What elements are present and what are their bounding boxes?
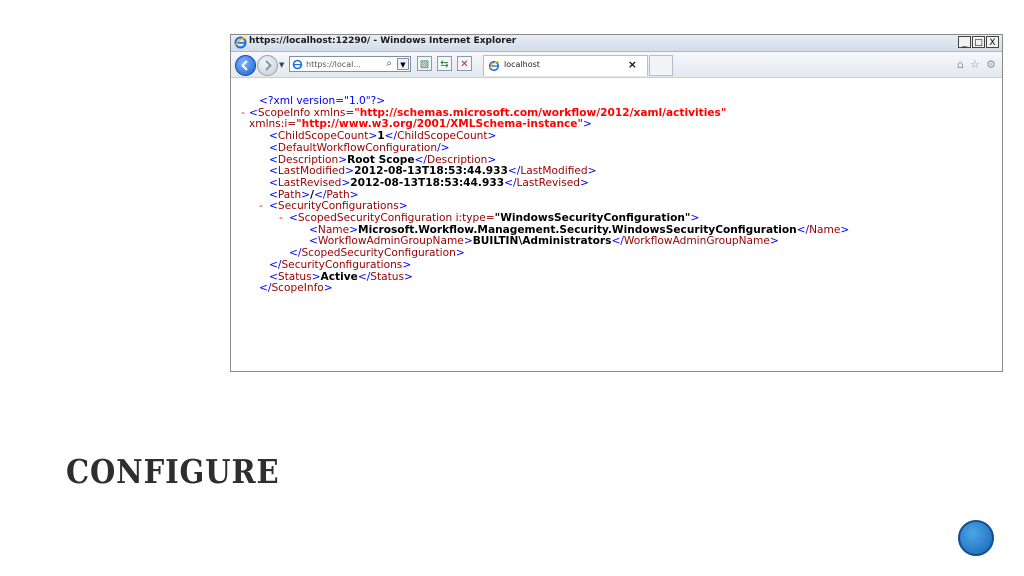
- new-tab-button[interactable]: [649, 55, 673, 76]
- window-title: https://localhost:12290/ - Windows Inter…: [249, 36, 517, 46]
- tag-name: WorkflowAdminGroupName: [317, 235, 464, 248]
- tab-close-button[interactable]: ×: [628, 58, 637, 71]
- child-scope-count-value: 1: [377, 130, 385, 143]
- root-xmlnsi-attr: xmlns:i=: [249, 118, 297, 131]
- tag-name: SecurityConfigurations: [281, 258, 403, 271]
- description-value: Root Scope: [347, 153, 415, 166]
- tag-name: Status: [277, 270, 312, 283]
- star-icon[interactable]: ☆: [970, 58, 980, 71]
- admin-group-value: BUILTIN\Administrators: [472, 235, 612, 248]
- maximize-button[interactable]: □: [972, 36, 985, 48]
- browser-window: https://localhost:12290/ - Windows Inter…: [230, 34, 1003, 372]
- forward-icon: [265, 60, 272, 71]
- tag-name: SecurityConfigurations: [277, 200, 399, 213]
- root-xmlns-val: "http://schemas.microsoft.com/workflow/2…: [354, 106, 727, 119]
- tag-name: Status: [370, 270, 405, 283]
- slide-logo-icon: [958, 520, 994, 556]
- back-button[interactable]: [235, 55, 256, 76]
- tag-name: Path: [326, 188, 350, 201]
- collapse-security-configs-icon[interactable]: -: [259, 201, 263, 213]
- home-icon[interactable]: ⌂: [957, 58, 964, 71]
- address-bar[interactable]: https://local... ⌕ ▼: [289, 56, 411, 72]
- tag-name: ScopeInfo: [271, 282, 324, 295]
- scoped-security-type: "WindowsSecurityConfiguration": [494, 212, 691, 225]
- tag-name: DefaultWorkflowConfiguration: [277, 141, 438, 154]
- title-bar: https://localhost:12290/ - Windows Inter…: [231, 35, 1002, 52]
- root-xmlns-attr: xmlns=: [310, 106, 355, 119]
- navigation-bar: ▼ https://local... ⌕ ▼ ▧ ⇆ ✕ localhost ×…: [231, 52, 1002, 78]
- tab-label: localhost: [504, 60, 540, 69]
- address-dropdown-icon[interactable]: ▼: [397, 58, 409, 70]
- tag-name: Description: [427, 153, 488, 166]
- status-value: Active: [320, 270, 358, 283]
- tag-name: LastModified: [520, 165, 588, 178]
- xml-content: <?xml version="1.0"?> - <ScopeInfo xmlns=…: [231, 78, 1002, 371]
- stop-icon[interactable]: ✕: [457, 56, 472, 71]
- back-icon: [241, 60, 248, 71]
- window-controls: _ □ X: [957, 36, 999, 48]
- tag-name: ScopedSecurityConfiguration: [297, 212, 453, 225]
- tab-page-icon: [488, 60, 500, 72]
- tag-name: ScopedSecurityConfiguration: [301, 247, 456, 260]
- close-button[interactable]: X: [986, 36, 999, 48]
- collapse-root-icon[interactable]: -: [241, 107, 245, 120]
- ie-logo-icon: [234, 36, 247, 49]
- root-tag-name: ScopeInfo: [257, 106, 311, 119]
- minimize-button[interactable]: _: [958, 36, 971, 48]
- address-text: https://local...: [306, 59, 361, 69]
- root-xmlnsi-val: "http://www.w3.org/2001/XMLSchema-instan…: [296, 118, 583, 131]
- name-value: Microsoft.Workflow.Management.Security.W…: [358, 223, 797, 236]
- last-revised-value: 2012-08-13T18:53:44.933: [350, 176, 505, 189]
- xml-decl-text: <?xml version="1.0"?>: [259, 95, 386, 107]
- tag-name: Description: [277, 153, 339, 166]
- search-icon[interactable]: ⌕: [386, 58, 392, 69]
- tag-name: Name: [809, 223, 841, 236]
- tag-name: Name: [317, 223, 350, 236]
- tag-name: ChildScopeCount: [397, 130, 488, 143]
- last-modified-value: 2012-08-13T18:53:44.933: [354, 165, 508, 178]
- collapse-scoped-security-icon[interactable]: -: [279, 212, 283, 225]
- gear-icon[interactable]: ⚙: [986, 58, 996, 71]
- slide-heading: CONFIGURE: [66, 452, 280, 491]
- tag-name: WorkflowAdminGroupName: [623, 235, 770, 248]
- history-dropdown-icon[interactable]: ▼: [279, 61, 284, 69]
- tag-name: Path: [277, 188, 302, 201]
- tag-name: LastRevised: [277, 176, 342, 189]
- tag-name: LastRevised: [516, 176, 580, 189]
- scoped-security-attr: i:type=: [452, 212, 495, 225]
- tab-localhost[interactable]: localhost ×: [483, 55, 648, 76]
- tag-name: LastModified: [277, 165, 346, 178]
- forward-button[interactable]: [257, 55, 278, 76]
- compat-view-icon[interactable]: ▧: [417, 56, 432, 71]
- page-icon: [292, 59, 303, 70]
- refresh-icon[interactable]: ⇆: [437, 56, 452, 71]
- xml-status: <Status>Active</Status>: [269, 270, 413, 283]
- xml-root-close: </ScopeInfo>: [259, 282, 333, 295]
- tag-name: ChildScopeCount: [277, 130, 369, 143]
